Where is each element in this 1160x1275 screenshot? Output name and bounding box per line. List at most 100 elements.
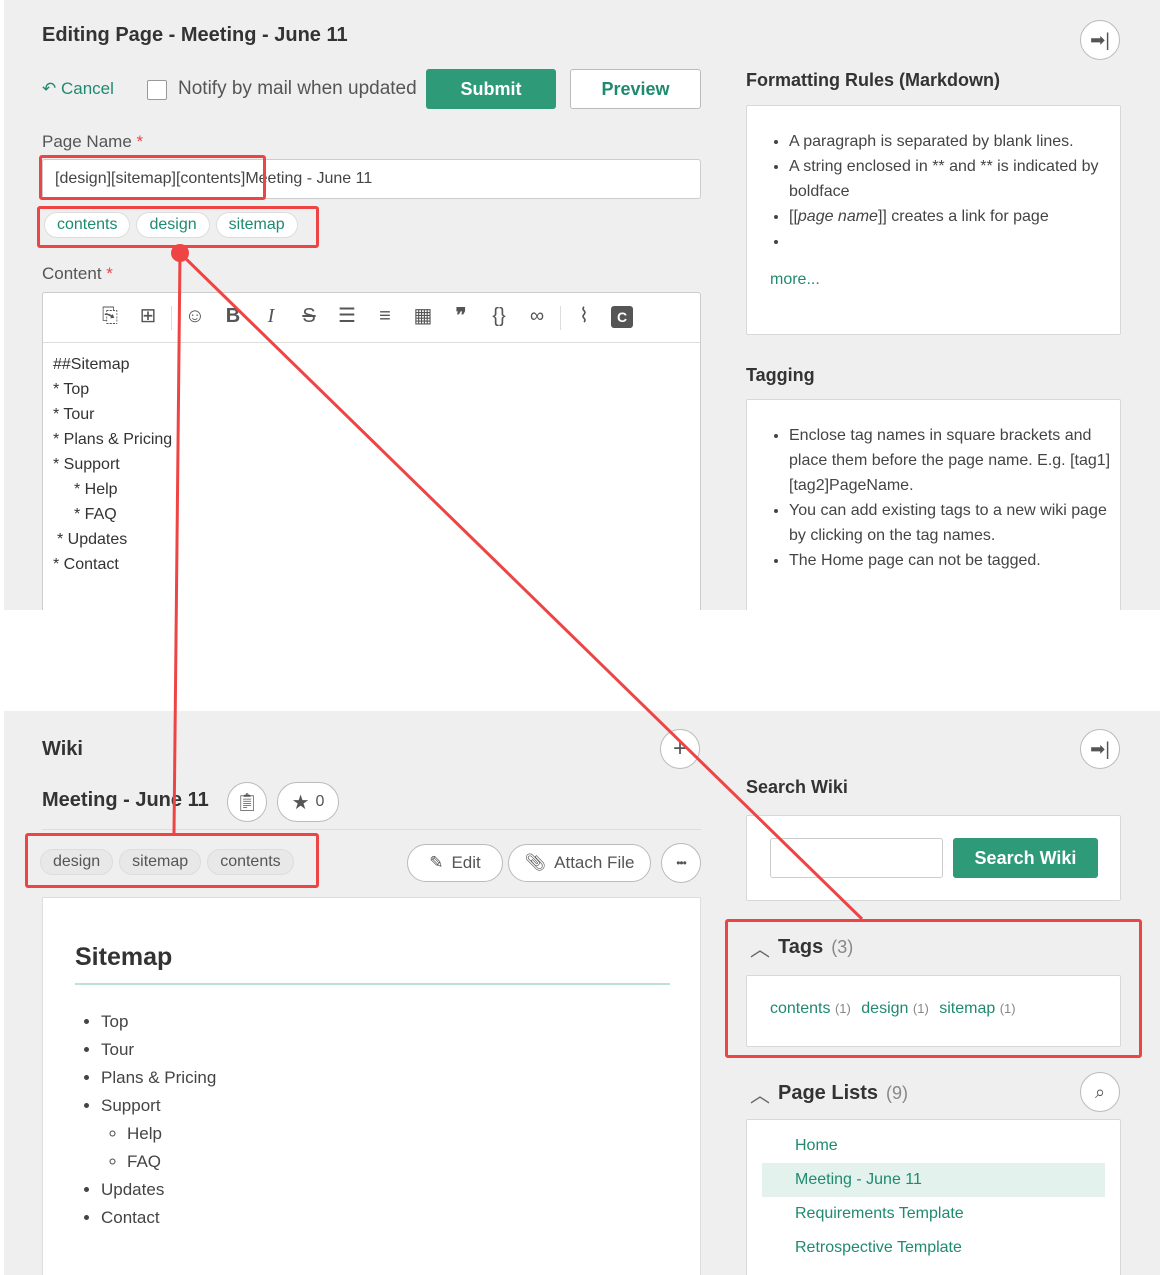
tag-link-design[interactable]: design xyxy=(861,1000,908,1017)
list-item: Top xyxy=(101,1008,216,1036)
star-button[interactable]: ★ 0 xyxy=(277,782,339,822)
edit-page-title: Editing Page - Meeting - June 11 xyxy=(42,24,348,46)
strikethrough-icon[interactable]: S xyxy=(290,305,328,328)
edit-button[interactable]: ✎ Edit xyxy=(407,844,503,882)
pencil-icon: ✎ xyxy=(429,853,444,872)
bullet-list-icon[interactable]: ☰ xyxy=(328,303,366,328)
link-icon[interactable]: ∞ xyxy=(518,305,556,328)
star-count: 0 xyxy=(315,793,325,810)
list-subitem: Help xyxy=(127,1120,216,1148)
page-lists-header[interactable]: ︿ Page Lists (9) xyxy=(750,1079,908,1108)
attach-file-button[interactable]: 📎︎ Attach File xyxy=(508,844,651,882)
divider xyxy=(42,829,701,830)
clipboard-icon: 📋︎ xyxy=(235,791,259,812)
page-list-item[interactable]: Retrospective Template xyxy=(762,1231,1105,1265)
rule-item xyxy=(789,229,1120,254)
editor-line: * FAQ xyxy=(74,506,117,523)
add-page-button[interactable]: + xyxy=(660,729,700,769)
emoji-icon[interactable]: ☺ xyxy=(176,305,214,328)
search-input[interactable] xyxy=(770,838,943,878)
wiki-title: Wiki xyxy=(42,738,83,760)
quote-icon[interactable]: ❞ xyxy=(442,303,480,328)
formatting-rules-title: Formatting Rules (Markdown) xyxy=(746,70,1001,90)
tag-chip-contents[interactable]: contents xyxy=(207,849,294,875)
wiki-panel: Wiki + ➡︎| Meeting - June 11 📋︎ ★ 0 desig… xyxy=(4,711,1160,1275)
page-list-box: Home Meeting - June 11 Requirements Temp… xyxy=(746,1119,1121,1275)
collapse-sidebar-button[interactable]: ➡︎| xyxy=(1080,729,1120,769)
more-actions-button[interactable]: ••• xyxy=(661,843,701,883)
search-wiki-button[interactable]: Search Wiki xyxy=(953,838,1098,878)
chevron-up-icon: ︿ xyxy=(750,939,770,961)
cancel-link[interactable]: ↶ Cancel xyxy=(42,79,114,99)
preview-button[interactable]: Preview xyxy=(570,69,701,109)
tag-chip-design[interactable]: design xyxy=(136,212,210,238)
edit-tag-list: contents design sitemap xyxy=(44,212,304,238)
editor-line: * Support xyxy=(53,456,120,473)
page-list-item[interactable]: Home xyxy=(762,1129,1105,1163)
editor-text[interactable]: ##Sitemap * Top * Tour * Plans & Pricing… xyxy=(43,343,700,586)
italic-icon[interactable]: I xyxy=(252,305,290,328)
editor-line: * Top xyxy=(53,381,90,398)
search-icon: ⌕ xyxy=(1094,1081,1106,1102)
tag-chip-design[interactable]: design xyxy=(40,849,114,875)
content-editor: ⎘ ⊞ ☺ B I S ☰ ≡ ▦ ❞{} ∞ ⌇ C ##Sitemap * Top * Tour *… xyxy=(42,292,701,610)
new-page-icon[interactable]: ⊞ xyxy=(129,303,167,328)
arrow-right-bar-icon: ➡︎| xyxy=(1090,29,1110,50)
list-item: Updates xyxy=(101,1176,216,1204)
more-link[interactable]: more... xyxy=(770,271,1120,289)
plus-icon: + xyxy=(672,735,687,762)
link-page-icon[interactable]: ⎘ xyxy=(91,305,129,328)
collapse-sidebar-button[interactable]: ➡︎| xyxy=(1080,20,1120,60)
list-subitem: FAQ xyxy=(127,1148,216,1176)
undo-icon: ↶ xyxy=(42,79,57,98)
list-item: Tour xyxy=(101,1036,216,1064)
edit-panel: Editing Page - Meeting - June 11 ➡︎| ↶ C… xyxy=(4,0,1160,610)
code-block-icon[interactable]: C xyxy=(603,305,641,328)
paperclip-icon: 📎︎ xyxy=(524,853,547,872)
editor-line: * Help xyxy=(74,481,118,498)
tagging-item: Enclose tag names in square brackets and… xyxy=(789,423,1120,498)
tagging-item: The Home page can not be tagged. xyxy=(789,548,1120,573)
submit-button[interactable]: Submit xyxy=(426,69,556,109)
star-icon: ★ xyxy=(291,791,310,814)
editor-line: * Plans & Pricing xyxy=(53,431,173,448)
bold-icon[interactable]: B xyxy=(214,305,252,328)
page-content: Sitemap Top Tour Plans & Pricing Support… xyxy=(42,897,701,1275)
sitemap-list: Top Tour Plans & Pricing Support Help FA… xyxy=(83,1008,216,1232)
code-braces-icon[interactable]: {} xyxy=(480,305,518,328)
search-pages-button[interactable]: ⌕ xyxy=(1080,1072,1120,1112)
clipboard-button[interactable]: 📋︎ xyxy=(227,782,267,822)
wiki-tag-list: design sitemap contents xyxy=(40,849,300,875)
tagging-title: Tagging xyxy=(746,365,815,385)
editor-toolbar: ⎘ ⊞ ☺ B I S ☰ ≡ ▦ ❞{} ∞ ⌇ C xyxy=(43,293,700,343)
tagging-item: You can add existing tags to a new wiki … xyxy=(789,498,1120,548)
tags-header[interactable]: ︿ Tags (3) xyxy=(750,933,853,962)
rule-item: A paragraph is separated by blank lines. xyxy=(789,129,1120,154)
tagging-box: Enclose tag names in square brackets and… xyxy=(746,399,1121,610)
tag-chip-sitemap[interactable]: sitemap xyxy=(215,212,298,238)
notify-checkbox[interactable] xyxy=(147,80,167,100)
editor-line: ##Sitemap xyxy=(53,356,130,373)
page-list-item-active[interactable]: Meeting - June 11 xyxy=(762,1163,1105,1197)
tag-chip-sitemap[interactable]: sitemap xyxy=(119,849,202,875)
formatting-rules-box: A paragraph is separated by blank lines.… xyxy=(746,105,1121,335)
rule-item: [[page name]] creates a link for page xyxy=(789,204,1120,229)
tags-box: contents (1) design (1) sitemap (1) xyxy=(746,975,1121,1047)
content-label: Content * xyxy=(42,264,113,283)
tag-chip-contents[interactable]: contents xyxy=(44,212,131,238)
page-list-item[interactable]: Requirements Template xyxy=(762,1197,1105,1231)
attachment-icon[interactable]: ⌇ xyxy=(565,303,603,328)
editor-line: * Tour xyxy=(53,406,95,423)
list-item: Contact xyxy=(101,1204,216,1232)
notify-label: Notify by mail when updated xyxy=(178,78,417,99)
tag-link-contents[interactable]: contents xyxy=(770,1000,830,1017)
more-icon: ••• xyxy=(676,856,687,870)
page-name-input[interactable]: [design][sitemap][contents]Meeting - Jun… xyxy=(42,159,701,199)
rule-item: A string enclosed in ** and ** is indica… xyxy=(789,154,1120,204)
tag-link-sitemap[interactable]: sitemap xyxy=(939,1000,995,1017)
chevron-up-icon: ︿ xyxy=(750,1085,770,1107)
numbered-list-icon[interactable]: ≡ xyxy=(366,305,404,328)
search-wiki-title: Search Wiki xyxy=(746,777,848,797)
editor-line: * Contact xyxy=(53,556,119,573)
table-icon[interactable]: ▦ xyxy=(404,303,442,328)
